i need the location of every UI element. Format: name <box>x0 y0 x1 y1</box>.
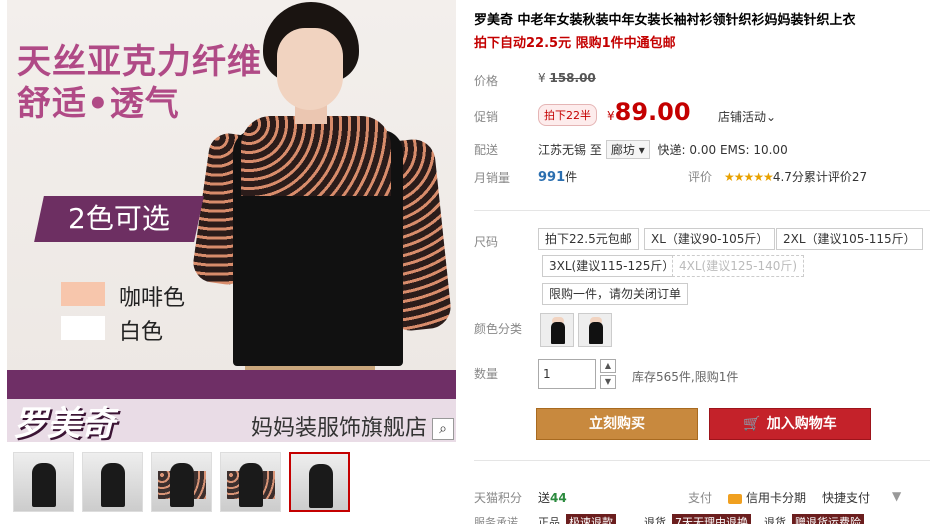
color-label: 颜色分类 <box>474 322 523 336</box>
thumbnail-4[interactable] <box>220 452 281 512</box>
monthly-sales: 991件 <box>538 170 578 185</box>
size-option-4xl: 4XL(建议125-140斤) <box>672 255 805 277</box>
divider <box>474 460 930 461</box>
size-option-3xl[interactable]: 3XL(建议115-125斤） <box>542 255 682 277</box>
size-option-2xl[interactable]: 2XL（建议105-115斤） <box>776 228 923 250</box>
quantity-input[interactable]: 1 <box>538 359 596 389</box>
original-price: ¥ 158.00 <box>538 71 596 85</box>
divider <box>474 210 930 211</box>
buy-now-button[interactable]: 立刻购买 <box>536 408 698 440</box>
add-to-cart-button[interactable]: 🛒 加入购物车 <box>709 408 871 440</box>
swatch-coffee <box>61 282 105 306</box>
color-option-coffee[interactable] <box>540 313 574 347</box>
product-gallery: 天丝亚克力纤维 舒适•透气 2色可选 咖啡色 白色 罗美奇 妈妈装服饰旗舰店 ⌕ <box>7 0 456 521</box>
credit-card-installment[interactable]: 信用卡分期 <box>728 489 806 506</box>
tmall-points-label: 天猫积分 <box>474 491 523 505</box>
swatch-white-label: 白色 <box>119 320 164 345</box>
delivery-label: 配送 <box>474 143 499 157</box>
product-subtitle: 拍下自动22.5元 限购1件中通包邮 <box>474 36 676 51</box>
promo-label: 促销 <box>474 110 499 124</box>
delivery-info: 江苏无锡 至廊坊 ▾ 快递: 0.00 EMS: 10.00 <box>538 140 788 159</box>
thumbnail-5[interactable] <box>289 452 350 512</box>
review-count-link[interactable]: 累计评价27 <box>804 170 867 184</box>
tmall-points: 送44 <box>538 491 567 505</box>
thumbnail-strip <box>7 452 456 514</box>
main-product-image[interactable]: 天丝亚克力纤维 舒适•透气 2色可选 咖啡色 白色 罗美奇 妈妈装服饰旗舰店 ⌕ <box>7 0 456 442</box>
quantity-decrease-icon[interactable]: ▼ <box>600 375 616 389</box>
thumbnail-3[interactable] <box>151 452 212 512</box>
swatch-white <box>61 316 105 340</box>
fast-pay[interactable]: 快捷支付 <box>822 489 870 506</box>
size-option-promo[interactable]: 拍下22.5元包邮 <box>538 228 639 250</box>
cart-icon: 🛒 <box>743 416 761 432</box>
size-option-limit[interactable]: 限购一件，请勿关闭订单 <box>542 283 689 305</box>
brand-logo: 罗美奇 <box>13 404 115 442</box>
rating-stars-icon: ★★★★★ <box>724 170 774 184</box>
slogan-line2: 舒适•透气 <box>17 84 180 124</box>
delivery-city-select[interactable]: 廊坊 ▾ <box>605 140 650 159</box>
service-promise-row: 服务承诺 正品 极速退款 退货 7天无理由退换 退货 赠退货运费险 <box>474 514 930 524</box>
quantity-increase-icon[interactable]: ▲ <box>600 359 616 373</box>
swatch-coffee-label: 咖啡色 <box>119 286 186 311</box>
payment-label: 支付 <box>688 491 713 505</box>
price-label: 价格 <box>474 74 499 88</box>
quantity-label: 数量 <box>474 367 499 381</box>
size-label: 尺码 <box>474 235 499 249</box>
more-payment-arrow-icon[interactable]: ▼ <box>892 489 901 503</box>
product-info: 罗美奇 中老年女装秋装中年女装长袖衬衫领针织衫妈妈装针织上衣 拍下自动22.5元… <box>474 0 930 524</box>
store-name: 妈妈装服饰旗舰店 <box>251 416 428 441</box>
thumbnail-1[interactable] <box>13 452 74 512</box>
stock-info: 库存565件,限购1件 <box>632 370 739 384</box>
monthly-sales-label: 月销量 <box>474 171 511 185</box>
thumbnail-2[interactable] <box>82 452 143 512</box>
color-count-badge: 2色可选 <box>34 196 204 242</box>
promo-price: ¥89.00 <box>607 98 691 126</box>
rating: 评价 ★★★★★4.7分累计评价27 <box>688 170 868 184</box>
credit-card-icon <box>728 493 742 504</box>
magnifier-icon[interactable]: ⌕ <box>432 418 454 440</box>
product-title[interactable]: 罗美奇 中老年女装秋装中年女装长袖衬衫领针织衫妈妈装针织上衣 <box>474 9 856 28</box>
chevron-down-icon: ⌄ <box>766 110 777 124</box>
promo-tag: 拍下22半 <box>538 104 597 126</box>
shop-activity-dropdown[interactable]: 店铺活动⌄ <box>718 108 776 125</box>
size-option-xl[interactable]: XL（建议90-105斤） <box>644 228 776 250</box>
color-option-white[interactable] <box>578 313 612 347</box>
